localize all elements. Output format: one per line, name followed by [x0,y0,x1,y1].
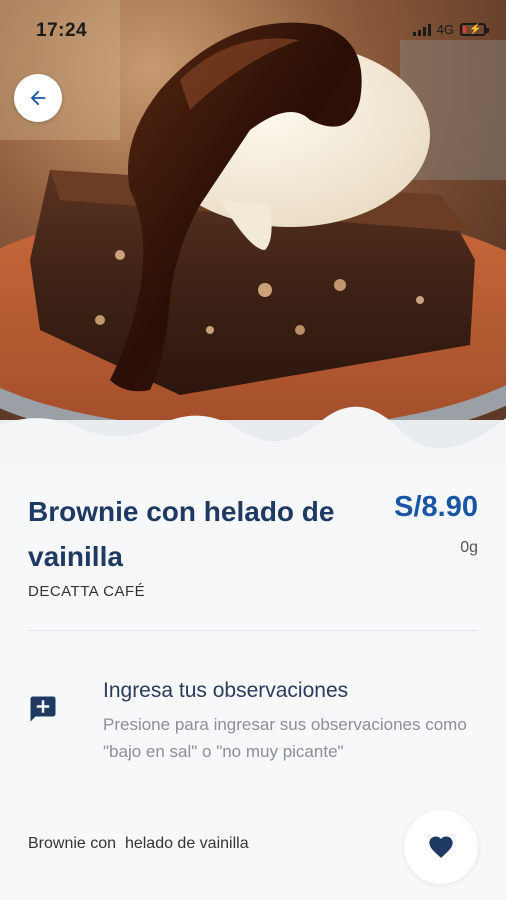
status-time: 17:24 [36,20,88,41]
heart-icon [429,836,453,858]
vendor-name: DECATTA CAFÉ [28,583,146,600]
favorite-button[interactable] [404,810,478,884]
product-title: Brownie con helado de vainilla [28,496,335,572]
footer-item-name: Brownie con helado de vainilla [28,835,249,852]
brownie-photo [0,0,506,465]
product-details: Brownie con helado de vainilla S/8.90 0g… [0,465,506,900]
status-icons: 4G ⚡ [412,22,489,37]
product-price: S/8.90 [394,491,478,523]
comment-add-icon [30,696,56,722]
observations-title[interactable]: Ingresa tus observaciones [103,679,348,703]
back-button[interactable] [14,74,62,122]
product-weight: 0g [460,539,478,556]
battery-icon: ⚡ [460,23,489,36]
product-image [0,0,506,465]
arrow-left-icon [30,90,46,106]
network-type: 4G [436,22,454,37]
signal-icon [412,23,431,36]
observations-description: Presione para ingresar sus observaciones… [103,715,467,761]
status-bar: 17:24 4G ⚡ [0,0,506,60]
divider [28,630,478,631]
